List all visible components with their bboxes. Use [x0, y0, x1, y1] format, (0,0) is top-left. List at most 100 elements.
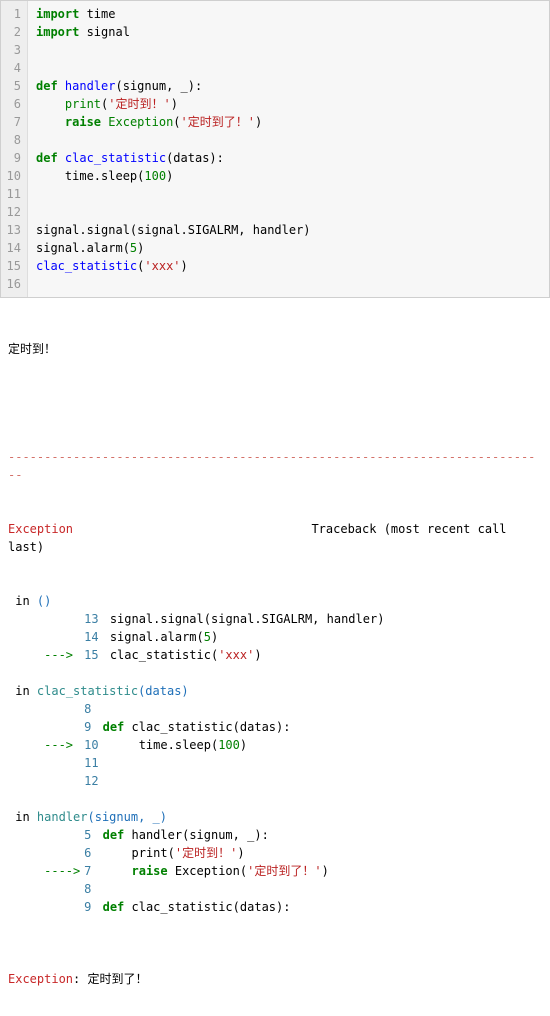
- tb-token: SIGALRM: [262, 612, 313, 626]
- traceback-code-line: 6 print('定时到！'): [8, 844, 542, 862]
- tb-token: (: [182, 828, 189, 842]
- tb-token: ,: [312, 612, 326, 626]
- line-number: 2: [5, 23, 21, 41]
- tb-token: (: [204, 612, 211, 626]
- traceback-lineno: 15: [84, 646, 102, 664]
- tb-token: .: [153, 612, 160, 626]
- tb-token: :: [283, 720, 290, 734]
- traceback-lineno: 5: [84, 826, 95, 844]
- traceback-code-line: 8: [8, 700, 542, 718]
- frame-func: handler: [37, 810, 88, 824]
- line-number: 16: [5, 275, 21, 293]
- tb-token: (: [168, 846, 175, 860]
- tb-token: handler: [124, 828, 182, 842]
- traceback-arrow: --->: [44, 646, 84, 664]
- frame-args: (signum, _): [88, 810, 167, 824]
- tb-token: ): [322, 864, 329, 878]
- tb-token: (: [197, 630, 204, 644]
- line-number: 8: [5, 131, 21, 149]
- tb-token: '定时到了！': [247, 864, 321, 878]
- traceback-code-line: 11: [8, 754, 542, 772]
- exception-class: Exception: [8, 522, 73, 536]
- traceback-code-line: 12: [8, 772, 542, 790]
- traceback-lineno: 9: [84, 718, 95, 736]
- traceback-code-line: 9 def clac_statistic(datas):: [8, 898, 542, 916]
- traceback-lineno: 6: [84, 844, 95, 862]
- traceback-header-line: Exception Traceback (most recent call la…: [8, 520, 542, 556]
- line-number: 6: [5, 95, 21, 113]
- line-number: 10: [5, 167, 21, 185]
- tb-token: [103, 864, 132, 878]
- tb-token: ): [276, 900, 283, 914]
- traceback-code-line: 13 signal.signal(signal.SIGALRM, handler…: [8, 610, 542, 628]
- traceback-lineno: 11: [84, 754, 102, 772]
- line-number: 1: [5, 5, 21, 23]
- tb-token: signum: [189, 828, 232, 842]
- tb-token: _: [247, 828, 254, 842]
- blank-line: [8, 394, 542, 412]
- tb-token: 100: [218, 738, 240, 752]
- tb-token: clac_statistic: [124, 900, 232, 914]
- tb-token: handler: [327, 612, 378, 626]
- tb-token: ): [276, 720, 283, 734]
- line-number-gutter: 12345678910111213141516: [1, 1, 28, 297]
- traceback-frames: in () 13 signal.signal(signal.SIGALRM, h…: [8, 592, 542, 934]
- tb-token: '定时到！': [175, 846, 237, 860]
- tb-token: sleep: [175, 738, 211, 752]
- tb-token: ): [237, 846, 244, 860]
- in-text: in: [8, 810, 37, 824]
- tb-token: ): [254, 648, 261, 662]
- traceback-frame-header: in handler(signum, _): [8, 808, 542, 826]
- tb-token: def: [103, 828, 125, 842]
- traceback-code-line: 14 signal.alarm(5): [8, 628, 542, 646]
- line-number: 11: [5, 185, 21, 203]
- tb-token: def: [103, 720, 125, 734]
- tb-token: clac_statistic: [110, 648, 211, 662]
- tb-token: print: [103, 846, 168, 860]
- final-exception-name: Exception: [8, 972, 73, 986]
- blank-line: [8, 664, 542, 682]
- traceback-lineno: 12: [84, 772, 102, 790]
- line-number: 3: [5, 41, 21, 59]
- traceback-lineno: 8: [84, 880, 95, 898]
- line-number: 9: [5, 149, 21, 167]
- traceback-lineno: 8: [84, 700, 95, 718]
- in-text: in: [8, 594, 37, 608]
- traceback-lineno: 13: [84, 610, 102, 628]
- tb-token: alarm: [160, 630, 196, 644]
- tb-token: signal: [211, 612, 254, 626]
- tb-token: 'xxx': [218, 648, 254, 662]
- tb-token: .: [153, 630, 160, 644]
- code-cell: 12345678910111213141516 import time impo…: [0, 0, 550, 298]
- line-number: 14: [5, 239, 21, 257]
- tb-token: Exception: [168, 864, 240, 878]
- tb-token: ): [254, 828, 261, 842]
- traceback-lineno: 7: [84, 862, 95, 880]
- tb-token: ): [240, 738, 247, 752]
- final-exception-msg: : 定时到了！: [73, 972, 147, 986]
- code-content[interactable]: import time import signal def handler(si…: [28, 1, 319, 297]
- in-text: in: [8, 684, 37, 698]
- traceback-code-line: 8: [8, 880, 542, 898]
- tb-token: 5: [204, 630, 211, 644]
- frame-args: (): [37, 594, 51, 608]
- tb-token: datas: [240, 900, 276, 914]
- tb-token: ): [211, 630, 218, 644]
- tb-token: (: [233, 720, 240, 734]
- line-number: 4: [5, 59, 21, 77]
- line-number: 7: [5, 113, 21, 131]
- traceback-arrow: --->: [44, 736, 84, 754]
- traceback-frame-header: in (): [8, 592, 542, 610]
- traceback-separator: ----------------------------------------…: [8, 448, 542, 484]
- tb-token: def: [103, 900, 125, 914]
- tb-token: :: [283, 900, 290, 914]
- tb-token: datas: [240, 720, 276, 734]
- tb-token: time: [110, 738, 168, 752]
- line-number: 5: [5, 77, 21, 95]
- traceback-frame-header: in clac_statistic(datas): [8, 682, 542, 700]
- traceback-code-line: ---> 15 clac_statistic('xxx'): [8, 646, 542, 664]
- tb-token: ,: [233, 828, 247, 842]
- final-exception-line: Exception: 定时到了！: [8, 970, 542, 988]
- traceback-code-line: 5 def handler(signum, _):: [8, 826, 542, 844]
- traceback-arrow: ---->: [44, 862, 84, 880]
